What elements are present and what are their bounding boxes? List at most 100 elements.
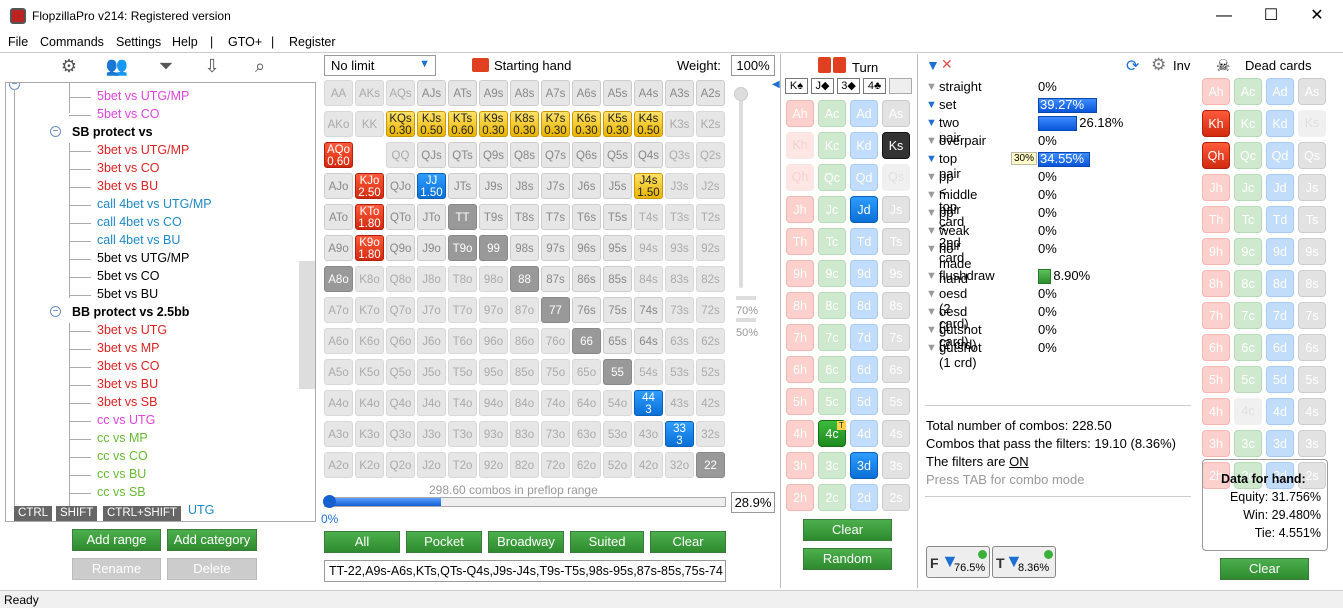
hand-cell[interactable]: T5s (603, 204, 632, 230)
hand-cell[interactable]: 98s (510, 235, 539, 261)
card-Qh[interactable]: Qh (786, 164, 814, 191)
hand-cell[interactable]: 42o (634, 452, 663, 478)
tree-range-item[interactable]: call 4bet vs BU (97, 233, 180, 247)
card-Ts[interactable]: Ts (1298, 206, 1326, 233)
hand-cell[interactable]: T2o (448, 452, 477, 478)
hand-cell[interactable]: K6o (355, 328, 384, 354)
hand-cell[interactable]: 76s (572, 297, 601, 323)
hand-cell[interactable]: 74s (634, 297, 663, 323)
hand-cell[interactable]: TT (448, 204, 477, 230)
tree-range-item[interactable]: cc vs MP (97, 431, 148, 445)
card-Js[interactable]: Js (882, 196, 910, 223)
card-3d[interactable]: 3d (850, 452, 878, 479)
filter-icon[interactable]: ▼ (926, 99, 937, 111)
weight-slider-track[interactable] (739, 88, 743, 288)
hand-cell[interactable]: 75o (541, 359, 570, 385)
hand-cell[interactable]: Q8s (510, 142, 539, 168)
hand-cell[interactable]: Q3s (665, 142, 694, 168)
hand-cell[interactable]: QTs (448, 142, 477, 168)
filter-icon[interactable]: ▼ (926, 117, 937, 129)
filter-icon[interactable]: ▼ (926, 342, 937, 354)
card-Jd[interactable]: Jd (1266, 174, 1294, 201)
hand-cell[interactable]: 97s (541, 235, 570, 261)
hand-cell[interactable]: Q5o (386, 359, 415, 385)
hand-cell[interactable]: A3o (324, 421, 353, 447)
card-9c[interactable]: 9c (818, 260, 846, 287)
hand-cell[interactable]: 22 (696, 452, 725, 478)
card-Th[interactable]: Th (1202, 206, 1230, 233)
tree-range-item[interactable]: 3bet vs BU (97, 179, 158, 193)
card-Ah[interactable]: Ah (1202, 78, 1230, 105)
card-4h[interactable]: 4h (1202, 398, 1230, 425)
menu-register[interactable]: Register (289, 35, 336, 49)
hand-cell[interactable]: Q6s (572, 142, 601, 168)
card-Qs[interactable]: Qs (882, 164, 910, 191)
filters-toggle[interactable]: ON (1009, 454, 1029, 469)
hand-cell[interactable]: 54s (634, 359, 663, 385)
hand-cell[interactable]: A7s (541, 80, 570, 106)
board-slot[interactable]: K♠ (785, 78, 808, 94)
hand-cell[interactable]: 62o (572, 452, 601, 478)
tree-category[interactable]: BB protect vs 2.5bb (72, 305, 189, 319)
hand-cell[interactable]: KJs 0.50 (417, 111, 446, 137)
card-6h[interactable]: 6h (786, 356, 814, 383)
filter-icon[interactable]: ▼ (926, 324, 937, 336)
hand-cell[interactable]: 96s (572, 235, 601, 261)
tree-range-item[interactable]: call 4bet vs UTG/MP (97, 197, 212, 211)
card-Th[interactable]: Th (786, 228, 814, 255)
card-5d[interactable]: 5d (850, 388, 878, 415)
filter-icon[interactable]: ▼ (926, 243, 937, 255)
refresh-icon[interactable]: ⟳ (1126, 56, 1139, 76)
card-6d[interactable]: 6d (850, 356, 878, 383)
card-7h[interactable]: 7h (1202, 302, 1230, 329)
collapse-icon[interactable]: − (50, 306, 61, 317)
hand-cell[interactable]: KTo 1.80 (355, 204, 384, 230)
hand-cell[interactable]: T5o (448, 359, 477, 385)
hand-cell[interactable]: A8s (510, 80, 539, 106)
hand-cell[interactable]: 95s (603, 235, 632, 261)
hand-cell[interactable]: T8s (510, 204, 539, 230)
card-Jh[interactable]: Jh (786, 196, 814, 223)
hand-cell[interactable]: 75s (603, 297, 632, 323)
hand-cell[interactable]: 93o (479, 421, 508, 447)
card-4s[interactable]: 4s (882, 420, 910, 447)
card-2c[interactable]: 2c (818, 484, 846, 511)
card-Ac[interactable]: Ac (818, 100, 846, 127)
hand-cell[interactable]: 32o (665, 452, 694, 478)
card-As[interactable]: As (882, 100, 910, 127)
hand-cell[interactable]: QQ (386, 142, 415, 168)
card-4d[interactable]: 4d (850, 420, 878, 447)
hand-cell[interactable]: K9o 1.80 (355, 235, 384, 261)
card-5s[interactable]: 5s (1298, 366, 1326, 393)
card-8h[interactable]: 8h (1202, 270, 1230, 297)
hand-cell[interactable]: K8o (355, 266, 384, 292)
hand-cell[interactable]: T3o (448, 421, 477, 447)
hand-cell[interactable]: 77 (541, 297, 570, 323)
card-2s[interactable]: 2s (882, 484, 910, 511)
hand-cell[interactable]: T7s (541, 204, 570, 230)
hand-cell[interactable]: 93s (665, 235, 694, 261)
users-icon[interactable]: 👥 (104, 56, 130, 80)
hand-cell[interactable]: T9o (448, 235, 477, 261)
card-8c[interactable]: 8c (818, 292, 846, 319)
card-5c[interactable]: 5c (1234, 366, 1262, 393)
card-4d[interactable]: 4d (1266, 398, 1294, 425)
hand-cell[interactable]: 84o (510, 390, 539, 416)
card-Ts[interactable]: Ts (882, 228, 910, 255)
hand-cell[interactable]: 99 (479, 235, 508, 261)
hand-cell[interactable]: 87s (541, 266, 570, 292)
card-7c[interactable]: 7c (1234, 302, 1262, 329)
card-3s[interactable]: 3s (882, 452, 910, 479)
hand-cell[interactable]: K8s 0.30 (510, 111, 539, 137)
card-3c[interactable]: 3c (1234, 430, 1262, 457)
hand-cell[interactable]: K7o (355, 297, 384, 323)
tree-range-item[interactable]: 3bet vs UTG/MP (97, 143, 189, 157)
menu-file[interactable]: File (8, 35, 28, 49)
hand-cell[interactable]: 95o (479, 359, 508, 385)
card-6s[interactable]: 6s (1298, 334, 1326, 361)
card-7d[interactable]: 7d (1266, 302, 1294, 329)
hand-cell[interactable]: AQs (386, 80, 415, 106)
card-Ah[interactable]: Ah (786, 100, 814, 127)
hand-cell[interactable]: K7s 0.30 (541, 111, 570, 137)
card-Ac[interactable]: Ac (1234, 78, 1262, 105)
